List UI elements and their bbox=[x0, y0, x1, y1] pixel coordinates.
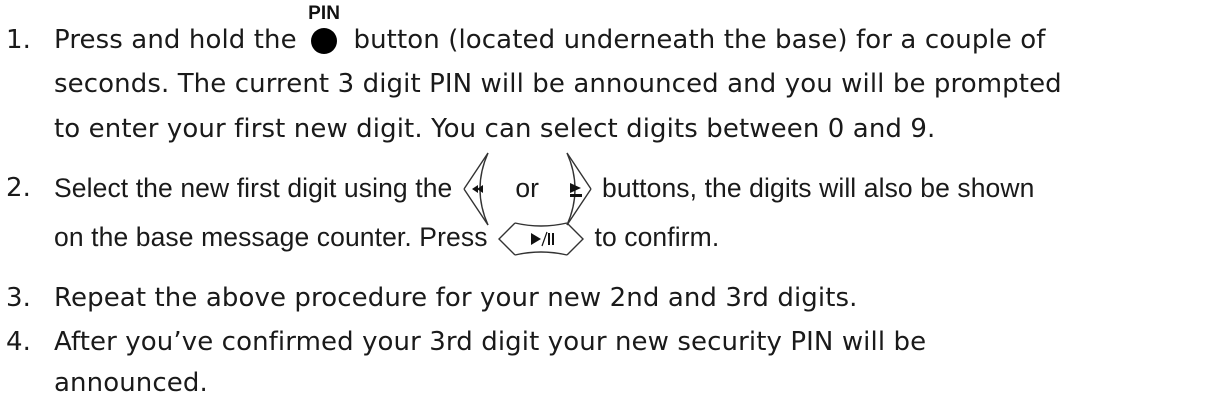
step-2-line-1: Select the new first digit using the or bbox=[54, 152, 1035, 226]
pin-button-icon: PIN bbox=[305, 4, 345, 58]
step-4-line-1: After you’ve confirmed your 3rd digit yo… bbox=[54, 327, 927, 357]
step-4-line-2: announced. bbox=[54, 368, 208, 398]
step-1-line-2: seconds. The current 3 digit PIN will be… bbox=[54, 69, 1062, 99]
step-text: on the base message counter. Press bbox=[54, 222, 488, 252]
step-number: 1. bbox=[6, 25, 32, 55]
step-text: button (located underneath the base) for… bbox=[353, 25, 1046, 55]
step-2-line-2: on the base message counter. Press to co… bbox=[54, 220, 720, 256]
play-pause-icon bbox=[495, 219, 587, 259]
step-text: or bbox=[515, 173, 540, 203]
step-text: Press and hold the bbox=[54, 25, 297, 55]
step-3-line-1: Repeat the above procedure for your new … bbox=[54, 283, 858, 313]
step-number: 4. bbox=[6, 327, 32, 357]
step-text: buttons, the digits will also be shown bbox=[602, 173, 1035, 203]
step-text: to confirm. bbox=[594, 222, 720, 252]
pin-dot-icon bbox=[311, 27, 338, 54]
step-number: 3. bbox=[6, 283, 32, 313]
step-number: 2. bbox=[6, 173, 32, 203]
step-1-line-3: to enter your first new digit. You can s… bbox=[54, 114, 936, 144]
step-1-line-1: Press and hold the PIN button (located u… bbox=[54, 4, 1046, 58]
instruction-list: 1. Press and hold the PIN button (locate… bbox=[0, 0, 1219, 415]
step-text: Select the new first digit using the bbox=[54, 173, 453, 203]
pin-label: PIN bbox=[308, 2, 341, 24]
